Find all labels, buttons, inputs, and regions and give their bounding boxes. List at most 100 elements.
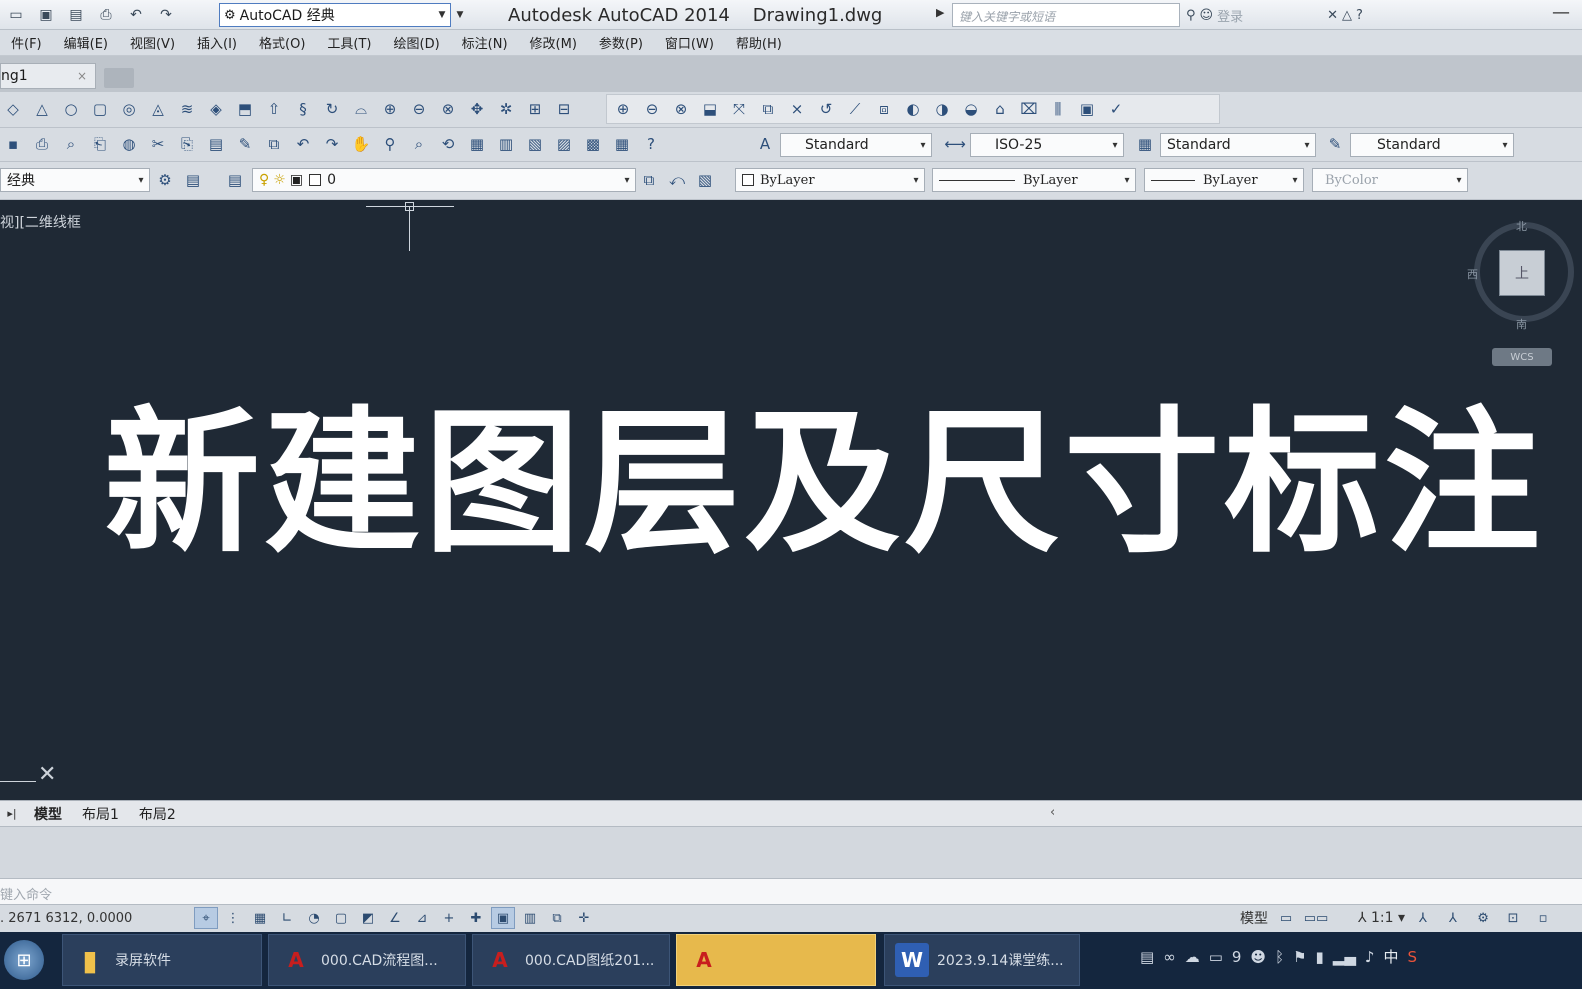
rotate-faces-icon[interactable]: ↺: [813, 97, 839, 121]
tab-model[interactable]: 模型: [24, 804, 72, 824]
move-faces-icon[interactable]: ⤧: [726, 97, 752, 121]
match-properties-icon[interactable]: ✎: [232, 132, 258, 156]
multileader-style-select[interactable]: Standard ▾: [1350, 133, 1514, 157]
autodesk-icon[interactable]: △: [1342, 8, 1352, 23]
drawing-area[interactable]: 视][二维线框 新建图层及尺寸标注 北 西 南 上 WCS ✕: [0, 200, 1582, 800]
film-icon[interactable]: ▤: [1140, 948, 1154, 966]
viewcube-west-label[interactable]: 西: [1467, 266, 1478, 282]
viewport-controls[interactable]: 视][二维线框: [0, 212, 81, 232]
transparency-toggle[interactable]: ▣: [491, 907, 515, 929]
ducs-toggle[interactable]: ⊿: [410, 907, 434, 929]
user-icon[interactable]: ☺: [1200, 8, 1214, 23]
tab-layout1[interactable]: 布局1: [72, 804, 129, 824]
3darray-icon[interactable]: ⊟: [551, 97, 577, 121]
3d-dwf-icon[interactable]: ◍: [116, 132, 142, 156]
taskbar-item-recorder[interactable]: ▮ 录屏软件: [62, 934, 262, 986]
print-icon[interactable]: ⎙: [94, 4, 118, 26]
delete-faces-icon[interactable]: ⨯: [784, 97, 810, 121]
copy-faces-icon[interactable]: ⧈: [871, 97, 897, 121]
loft-icon[interactable]: ⌓: [348, 97, 374, 121]
tab-layout2[interactable]: 布局2: [129, 804, 186, 824]
make-current-icon[interactable]: ⧉: [636, 168, 662, 192]
save-as-icon[interactable]: ▤: [64, 4, 88, 26]
helix-icon[interactable]: ≋: [174, 97, 200, 121]
offset-faces-icon[interactable]: ⧉: [755, 97, 781, 121]
save-icon[interactable]: ▣: [34, 4, 58, 26]
quick-properties-toggle[interactable]: ▥: [518, 907, 542, 929]
multileader-style-icon[interactable]: ✎: [1322, 132, 1348, 156]
selection-cycling-toggle[interactable]: ⧉: [545, 907, 569, 929]
signin-link[interactable]: 登录: [1217, 6, 1243, 25]
menu-window[interactable]: 窗口(W): [654, 33, 725, 52]
menu-dimension[interactable]: 标注(N): [451, 33, 519, 52]
quickcalc-icon[interactable]: ▦: [609, 132, 635, 156]
nine-icon[interactable]: 9: [1232, 948, 1242, 966]
polar-toggle[interactable]: ◔: [302, 907, 326, 929]
union-icon[interactable]: ⊕: [377, 97, 403, 121]
plot-preview-icon[interactable]: ⌕: [58, 132, 84, 156]
table-style-icon[interactable]: ▦: [1132, 132, 1158, 156]
last-tab-icon[interactable]: ▸|: [0, 807, 24, 820]
annotation-monitor-toggle[interactable]: ✛: [572, 907, 596, 929]
menu-edit[interactable]: 编辑(E): [53, 33, 119, 52]
intersect-icon[interactable]: ⊗: [435, 97, 461, 121]
coordinates-readout[interactable]: . 2671 6312, 0.0000: [0, 911, 132, 926]
planar-surface-icon[interactable]: ◈: [203, 97, 229, 121]
menu-tools[interactable]: 工具(T): [316, 33, 382, 52]
sphere-icon[interactable]: ○: [58, 97, 84, 121]
menu-file[interactable]: 件(F): [0, 33, 53, 52]
redo-icon[interactable]: ↷: [154, 4, 178, 26]
dim-style-select[interactable]: ISO-25 ▾: [970, 133, 1124, 157]
tool-palettes-icon[interactable]: ▧: [522, 132, 548, 156]
link-icon[interactable]: ∞: [1163, 948, 1176, 966]
document-tab[interactable]: ng1 ×: [0, 63, 96, 89]
otrack-toggle[interactable]: ∠: [383, 907, 407, 929]
viewcube-south-label[interactable]: 南: [1516, 316, 1527, 332]
taskbar-item-cad1[interactable]: A 000.CAD流程图...: [268, 934, 466, 986]
layer-select[interactable]: ♀ ☼ ▣ 0 ▾: [252, 168, 636, 192]
osnap-toggle[interactable]: ▢: [329, 907, 353, 929]
plot-icon[interactable]: ⎙: [29, 132, 55, 156]
markup-icon[interactable]: ▩: [580, 132, 606, 156]
command-input[interactable]: 键入命令: [0, 878, 1582, 904]
infer-constraints-toggle[interactable]: ⌖: [194, 907, 218, 929]
block-editor-icon[interactable]: ⧉: [261, 132, 287, 156]
undo-small-icon[interactable]: ↶: [290, 132, 316, 156]
presspull-icon[interactable]: ⇧: [261, 97, 287, 121]
input-method-indicator[interactable]: 中: [1383, 946, 1398, 967]
3dalign-icon[interactable]: ⊞: [522, 97, 548, 121]
cone-icon[interactable]: ◬: [145, 97, 171, 121]
cut-icon[interactable]: ✂: [145, 132, 171, 156]
dyn-toggle[interactable]: +: [437, 907, 461, 929]
color-faces-icon[interactable]: ◐: [900, 97, 926, 121]
sheet-set-icon[interactable]: ▨: [551, 132, 577, 156]
design-center-icon[interactable]: ▥: [493, 132, 519, 156]
workspace-dropdown[interactable]: ⚙ AutoCAD 经典 ▼: [219, 3, 451, 27]
copy-icon[interactable]: ⎘: [174, 132, 200, 156]
help-icon[interactable]: ?: [1356, 8, 1363, 23]
union-small-icon[interactable]: ⊕: [610, 97, 636, 121]
zoom-previous-icon[interactable]: ⟲: [435, 132, 461, 156]
shell-icon[interactable]: ▣: [1074, 97, 1100, 121]
workspace-small-select[interactable]: 经典 ▾: [0, 168, 150, 192]
3dosnap-toggle[interactable]: ◩: [356, 907, 380, 929]
new-tab-button[interactable]: [104, 68, 134, 88]
box-icon[interactable]: ▢: [87, 97, 113, 121]
workspace-settings-icon[interactable]: ⚙: [152, 168, 178, 192]
plotstyle-select[interactable]: ByColor ▾: [1312, 168, 1468, 192]
text-style-select[interactable]: Standard ▾: [780, 133, 932, 157]
lineweight-toggle[interactable]: ✚: [464, 907, 488, 929]
menu-modify[interactable]: 修改(M): [519, 33, 588, 52]
open-icon[interactable]: ▭: [4, 4, 28, 26]
minimize-button[interactable]: —: [1552, 2, 1570, 23]
taskbar-item-cad2[interactable]: A 000.CAD图纸201...: [472, 934, 670, 986]
pan-icon[interactable]: ✋: [348, 132, 374, 156]
layer-properties-icon[interactable]: ▤: [222, 168, 248, 192]
imprint-icon[interactable]: ⌂: [987, 97, 1013, 121]
flag-icon[interactable]: ⚑: [1293, 948, 1306, 966]
menu-view[interactable]: 视图(V): [119, 33, 186, 52]
linetype-select[interactable]: ByLayer ▾: [932, 168, 1136, 192]
copy-edges-icon[interactable]: ◑: [929, 97, 955, 121]
menu-draw[interactable]: 绘图(D): [383, 33, 451, 52]
extrude-icon[interactable]: ⬒: [232, 97, 258, 121]
